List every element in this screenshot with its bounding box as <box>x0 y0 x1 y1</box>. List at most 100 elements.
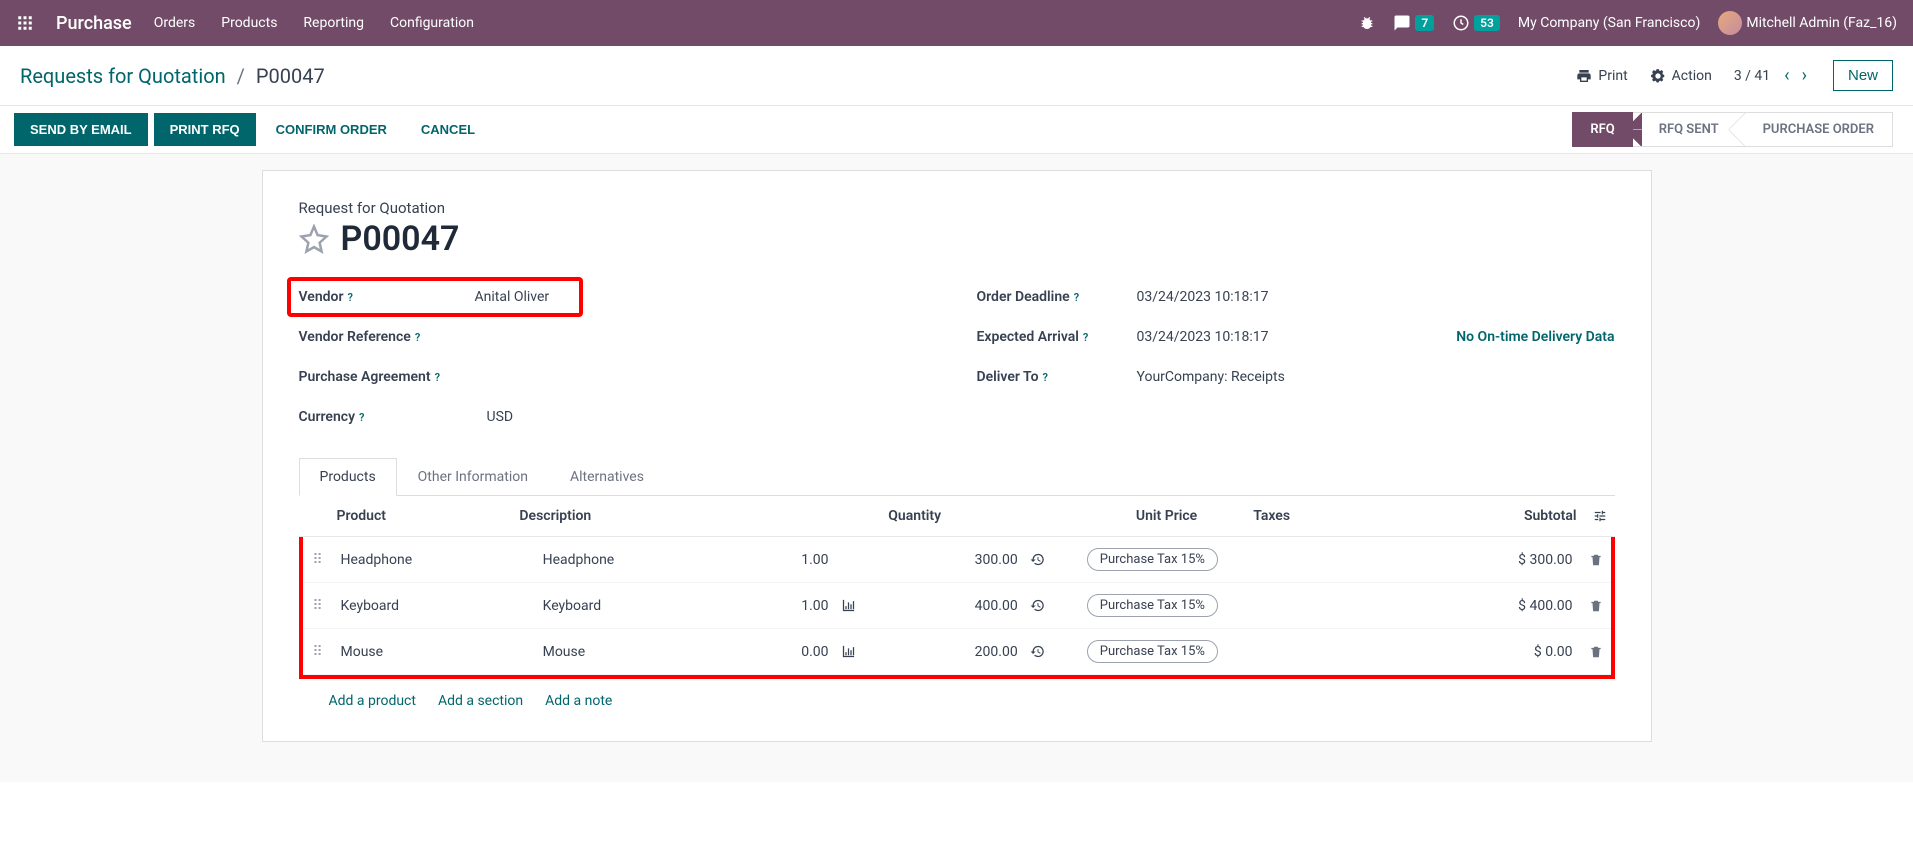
drag-handle-icon[interactable]: ⠿ <box>303 629 333 675</box>
help-icon[interactable]: ? <box>1083 331 1088 344</box>
cell-subtotal: $ 400.00 <box>1418 583 1580 629</box>
price-history-icon[interactable] <box>1026 583 1079 629</box>
menu-products[interactable]: Products <box>221 15 277 31</box>
new-button[interactable]: New <box>1833 60 1893 91</box>
cell-quantity[interactable]: 0.00 <box>737 629 837 675</box>
star-icon[interactable] <box>299 224 329 254</box>
drag-handle-icon[interactable]: ⠿ <box>303 583 333 629</box>
add-section-link[interactable]: Add a section <box>438 693 523 709</box>
add-links: Add a product Add a section Add a note <box>299 679 1615 713</box>
company-switcher[interactable]: My Company (San Francisco) <box>1518 15 1700 31</box>
help-icon[interactable]: ? <box>435 371 440 384</box>
price-history-icon[interactable] <box>1026 537 1079 583</box>
add-note-link[interactable]: Add a note <box>545 693 612 709</box>
action-button[interactable]: Action <box>1650 68 1712 84</box>
help-icon[interactable]: ? <box>359 411 364 424</box>
forecast-icon[interactable] <box>837 629 890 675</box>
cell-quantity[interactable]: 1.00 <box>737 583 837 629</box>
deadline-value[interactable]: 03/24/2023 10:18:17 <box>1137 289 1269 305</box>
arrival-label: Expected Arrival <box>977 329 1079 345</box>
tab-other-information[interactable]: Other Information <box>397 458 549 496</box>
menu-configuration[interactable]: Configuration <box>390 15 474 31</box>
tab-products[interactable]: Products <box>299 458 397 496</box>
cell-description[interactable]: Keyboard <box>535 583 737 629</box>
cell-unit-price[interactable]: 200.00 <box>890 629 1026 675</box>
flow-rfq[interactable]: RFQ <box>1572 112 1632 147</box>
activities-button[interactable]: 53 <box>1452 14 1500 32</box>
arrival-value[interactable]: 03/24/2023 10:18:17 <box>1137 329 1269 345</box>
help-icon[interactable]: ? <box>348 291 353 304</box>
cell-taxes[interactable]: Purchase Tax 15% <box>1079 583 1418 629</box>
vendor-field-highlight: Vendor? Anital Oliver <box>287 277 583 317</box>
flow-rfq-sent[interactable]: RFQ SENT <box>1633 112 1737 147</box>
status-bar: SEND BY EMAIL PRINT RFQ CONFIRM ORDER CA… <box>0 106 1913 154</box>
cell-unit-price[interactable]: 400.00 <box>890 583 1026 629</box>
cell-taxes[interactable]: Purchase Tax 15% <box>1079 629 1418 675</box>
ontime-delivery-link[interactable]: No On-time Delivery Data <box>1456 329 1614 345</box>
cell-product[interactable]: Keyboard <box>333 583 535 629</box>
cell-description[interactable]: Headphone <box>535 537 737 583</box>
print-rfq-button[interactable]: PRINT RFQ <box>154 113 256 146</box>
col-product[interactable]: Product <box>329 496 512 537</box>
col-subtotal[interactable]: Subtotal <box>1393 496 1585 537</box>
price-history-icon[interactable] <box>1026 629 1079 675</box>
forecast-icon[interactable] <box>837 537 890 583</box>
delete-row-icon[interactable] <box>1581 629 1611 675</box>
pager-prev-icon[interactable]: ‹ <box>1780 65 1793 86</box>
messages-count: 7 <box>1415 15 1434 31</box>
table-row[interactable]: ⠿MouseMouse0.00200.00Purchase Tax 15%$ 0… <box>303 629 1611 675</box>
flow-purchase-order[interactable]: PURCHASE ORDER <box>1737 112 1893 147</box>
pager-text[interactable]: 3 / 41 <box>1734 68 1770 84</box>
col-taxes[interactable]: Taxes <box>1245 496 1393 537</box>
tab-alternatives[interactable]: Alternatives <box>549 458 665 496</box>
help-icon[interactable]: ? <box>1043 371 1048 384</box>
pager-next-icon[interactable]: › <box>1798 65 1811 86</box>
avatar <box>1718 11 1742 35</box>
cell-quantity[interactable]: 1.00 <box>737 537 837 583</box>
drag-handle-icon[interactable]: ⠿ <box>303 537 333 583</box>
delete-row-icon[interactable] <box>1581 537 1611 583</box>
help-icon[interactable]: ? <box>415 331 420 344</box>
add-product-link[interactable]: Add a product <box>329 693 416 709</box>
cancel-button[interactable]: CANCEL <box>407 113 489 146</box>
table-row[interactable]: ⠿KeyboardKeyboard1.00400.00Purchase Tax … <box>303 583 1611 629</box>
user-menu[interactable]: Mitchell Admin (Faz_16) <box>1718 11 1897 35</box>
menu-reporting[interactable]: Reporting <box>303 15 364 31</box>
app-brand[interactable]: Purchase <box>56 13 132 34</box>
breadcrumb-parent[interactable]: Requests for Quotation <box>20 64 226 88</box>
deliver-value[interactable]: YourCompany: Receipts <box>1137 369 1285 385</box>
vendor-value[interactable]: Anital Oliver <box>475 289 550 305</box>
vendor-label: Vendor <box>299 289 344 305</box>
apps-icon[interactable] <box>16 14 34 32</box>
activities-count: 53 <box>1474 15 1500 31</box>
forecast-icon[interactable] <box>837 583 890 629</box>
cell-taxes[interactable]: Purchase Tax 15% <box>1079 537 1418 583</box>
table-row[interactable]: ⠿HeadphoneHeadphone1.00300.00Purchase Ta… <box>303 537 1611 583</box>
currency-value[interactable]: USD <box>487 409 514 425</box>
order-lines-highlight: ⠿HeadphoneHeadphone1.00300.00Purchase Ta… <box>299 537 1615 679</box>
breadcrumb-current: P00047 <box>256 64 325 88</box>
agreement-label: Purchase Agreement <box>299 369 431 385</box>
form-sheet: Request for Quotation P00047 Vendor? Ani… <box>262 170 1652 742</box>
help-icon[interactable]: ? <box>1074 291 1079 304</box>
col-unit-price[interactable]: Unit Price <box>989 496 1205 537</box>
debug-icon[interactable] <box>1359 15 1375 31</box>
record-title: P00047 <box>341 219 460 259</box>
cell-unit-price[interactable]: 300.00 <box>890 537 1026 583</box>
messages-button[interactable]: 7 <box>1393 14 1434 32</box>
top-nav: Purchase Orders Products Reporting Confi… <box>0 0 1913 46</box>
print-button[interactable]: Print <box>1576 68 1627 84</box>
send-email-button[interactable]: SEND BY EMAIL <box>14 113 148 146</box>
cell-product[interactable]: Headphone <box>333 537 535 583</box>
order-lines-table: Product Description Quantity Unit Price … <box>299 496 1615 537</box>
col-description[interactable]: Description <box>511 496 756 537</box>
column-settings-icon[interactable] <box>1585 496 1615 537</box>
cell-description[interactable]: Mouse <box>535 629 737 675</box>
delete-row-icon[interactable] <box>1581 583 1611 629</box>
control-bar: Requests for Quotation / P00047 Print Ac… <box>0 46 1913 106</box>
cell-product[interactable]: Mouse <box>333 629 535 675</box>
deadline-label: Order Deadline <box>977 289 1070 305</box>
confirm-order-button[interactable]: CONFIRM ORDER <box>262 113 401 146</box>
col-quantity[interactable]: Quantity <box>757 496 949 537</box>
menu-orders[interactable]: Orders <box>154 15 196 31</box>
